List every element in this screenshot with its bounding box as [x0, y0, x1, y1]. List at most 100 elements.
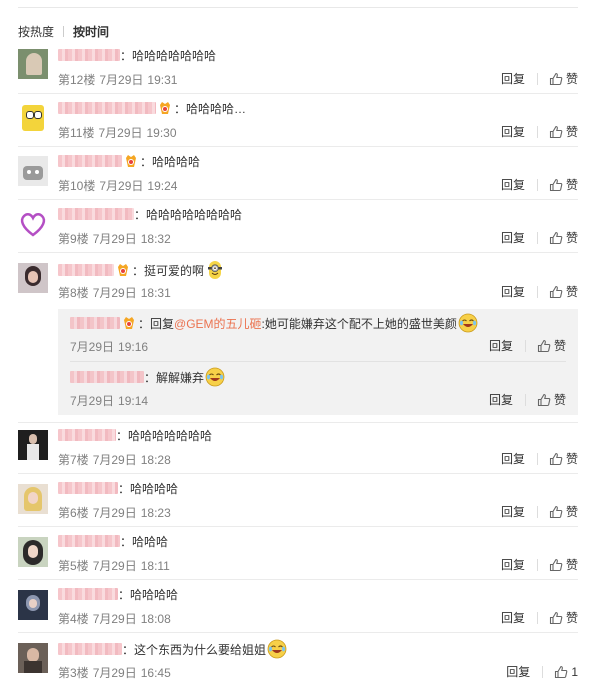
reply-button[interactable]: 回复 [501, 556, 525, 573]
comment-date: 7月29日 [99, 179, 144, 193]
comment-item: ：哈哈哈哈… 第11楼 7月29日 19:30 回复 赞 [18, 97, 578, 147]
vip-crown-icon [123, 154, 139, 168]
like-button[interactable]: 赞 [549, 450, 578, 467]
thumbs-up-icon [549, 178, 563, 192]
username[interactable] [58, 208, 134, 220]
comment-time: 18:23 [140, 506, 171, 520]
avatar[interactable] [18, 643, 48, 673]
like-button[interactable]: 赞 [549, 283, 578, 300]
avatar[interactable] [18, 49, 48, 79]
avatar[interactable] [18, 537, 48, 567]
comment-text: ：哈哈哈 [120, 535, 169, 549]
reply-button[interactable]: 回复 [501, 70, 525, 87]
reply-item: ：解解嫌弃 7月29日 19:14 回复 赞 [70, 362, 566, 414]
mention-link[interactable]: @GEM的五儿砸 [174, 317, 262, 331]
floor-number: 第6楼 [58, 506, 89, 520]
floor-number: 第4楼 [58, 612, 89, 626]
reply-thread: ：回复@GEM的五儿砸:她可能嫌弃这个配不上她的盛世美颜 7月29日 19:16 … [58, 309, 578, 415]
reply-button[interactable]: 回复 [501, 283, 525, 300]
like-button[interactable]: 赞 [549, 176, 578, 193]
avatar[interactable] [18, 209, 48, 239]
reply-text: :她可能嫌弃这个配不上她的盛世美颜 [261, 317, 457, 331]
reply-button[interactable]: 回复 [501, 229, 525, 246]
reply-username[interactable] [70, 317, 120, 329]
action-divider [536, 179, 538, 191]
reply-button[interactable]: 回复 [501, 503, 525, 520]
username[interactable] [58, 588, 118, 600]
like-label: 赞 [565, 178, 578, 192]
username[interactable] [58, 535, 120, 547]
reply-username[interactable] [70, 371, 144, 383]
laughing-tears-emoji-icon [267, 639, 287, 659]
sort-bar: 按热度 按时间 [18, 23, 109, 40]
like-label: 赞 [565, 611, 578, 625]
like-button[interactable]: 赞 [537, 391, 566, 408]
comment-item: ：哈哈哈哈 第6楼 7月29日 18:23 回复 赞 [18, 479, 578, 527]
reply-button[interactable]: 回复 [489, 391, 513, 408]
avatar[interactable] [18, 156, 48, 186]
thumbs-up-icon [549, 558, 563, 572]
reply-button[interactable]: 回复 [489, 337, 513, 354]
comment-date: 7月29日 [98, 126, 143, 140]
avatar[interactable] [18, 430, 48, 460]
reply-time: 19:14 [118, 394, 149, 408]
reply-button[interactable]: 回复 [501, 176, 525, 193]
like-button[interactable]: 赞 [549, 123, 578, 140]
username[interactable] [58, 264, 114, 276]
like-button[interactable]: 赞 [537, 337, 566, 354]
like-button[interactable]: 赞 [549, 229, 578, 246]
like-label: 赞 [565, 558, 578, 572]
floor-number: 第11楼 [58, 126, 95, 140]
avatar[interactable] [18, 263, 48, 293]
like-button[interactable]: 赞 [549, 503, 578, 520]
reply-time: 19:16 [118, 340, 149, 354]
username[interactable] [58, 429, 116, 441]
floor-number: 第7楼 [58, 453, 89, 467]
reply-prefix: ：回复 [138, 317, 175, 331]
reply-button[interactable]: 回复 [501, 123, 525, 140]
like-button[interactable]: 赞 [549, 556, 578, 573]
comment-item: ：这个东西为什么要给姐姐 第3楼 7月29日 16:45 回复 1 [18, 638, 578, 689]
like-button[interactable]: 赞 [549, 609, 578, 626]
thumbs-up-icon [549, 452, 563, 466]
like-button[interactable]: 1 [554, 665, 578, 679]
avatar[interactable] [18, 103, 48, 133]
like-label: 赞 [565, 285, 578, 299]
comment-date: 7月29日 [92, 666, 137, 680]
top-divider [18, 7, 578, 8]
avatar[interactable] [18, 590, 48, 620]
username[interactable] [58, 49, 120, 61]
like-label: 赞 [565, 505, 578, 519]
comment-date: 7月29日 [92, 506, 137, 520]
reply-date: 7月29日 [70, 394, 115, 408]
like-label: 赞 [565, 72, 578, 86]
username[interactable] [58, 643, 122, 655]
sort-by-time-tab[interactable]: 按时间 [73, 25, 109, 39]
comment-time: 16:45 [140, 666, 171, 680]
reply-button[interactable]: 回复 [501, 450, 525, 467]
vip-crown-icon [157, 101, 173, 115]
like-button[interactable]: 赞 [549, 70, 578, 87]
reply-button[interactable]: 回复 [501, 609, 525, 626]
comment-text: ：挺可爱的啊 [132, 264, 205, 278]
action-divider [536, 453, 538, 465]
comment-item: ：哈哈哈哈哈哈哈哈 第9楼 7月29日 18:32 回复 赞 [18, 203, 578, 253]
thumbs-up-icon [554, 665, 568, 679]
comment-item: ：哈哈哈 第5楼 7月29日 18:11 回复 赞 [18, 532, 578, 580]
comment-text: ：哈哈哈哈 [140, 155, 201, 169]
comment-date: 7月29日 [92, 453, 137, 467]
thumbs-up-icon [549, 125, 563, 139]
comment-time: 18:32 [140, 232, 171, 246]
reply-button[interactable]: 回复 [506, 663, 530, 680]
username[interactable] [58, 482, 118, 494]
floor-number: 第3楼 [58, 666, 89, 680]
username[interactable] [58, 155, 122, 167]
sort-by-hot-tab[interactable]: 按热度 [18, 25, 54, 39]
avatar[interactable] [18, 484, 48, 514]
username[interactable] [58, 102, 156, 114]
comment-time: 19:30 [146, 126, 177, 140]
comment-time: 19:31 [147, 73, 178, 87]
comment-text: ：这个东西为什么要给姐姐 [122, 643, 267, 657]
floor-number: 第10楼 [58, 179, 96, 193]
reply-text: ：解解嫌弃 [144, 371, 205, 385]
